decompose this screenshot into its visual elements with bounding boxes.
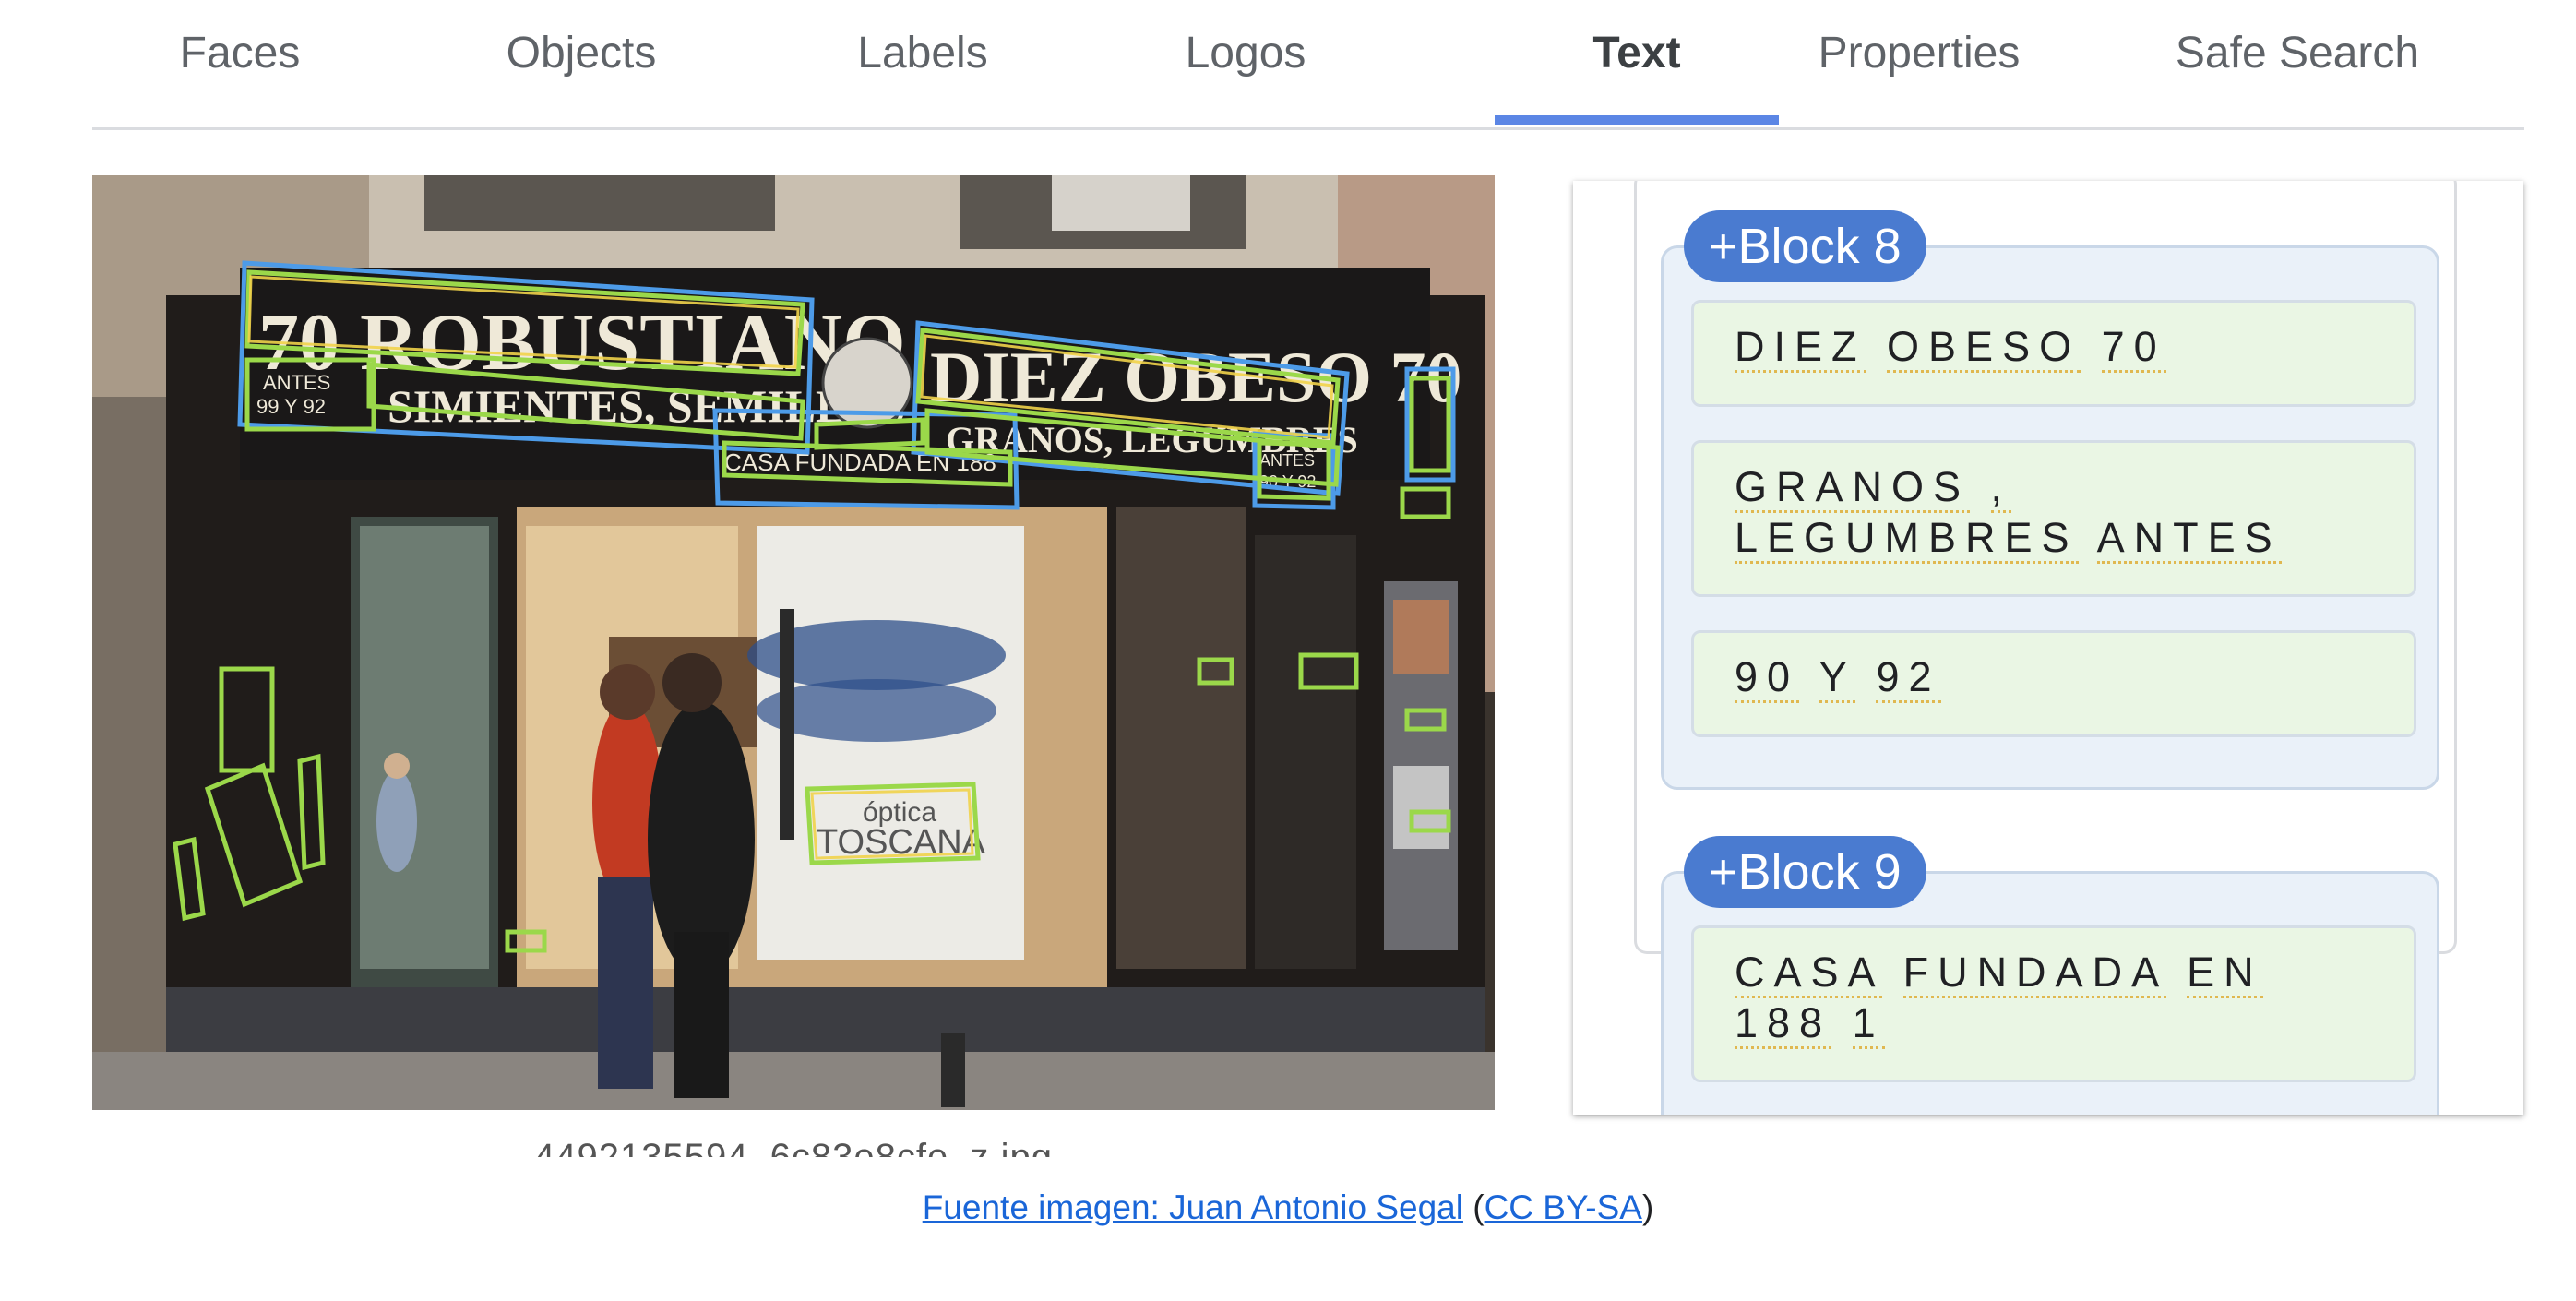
- credit-close-paren: ): [1641, 1188, 1654, 1226]
- paragraph-block9-1[interactable]: CASA FUNDADA EN 188 1: [1691, 925, 2416, 1082]
- tab-text[interactable]: Text: [1495, 0, 1779, 106]
- word: CASA: [1735, 949, 1883, 998]
- antes-number-text: 99 Y 92: [256, 395, 326, 418]
- tab-faces[interactable]: Faces: [148, 0, 332, 106]
- image-source-link[interactable]: Fuente imagen: Juan Antonio Segal: [923, 1188, 1463, 1226]
- block-9-toggle-button[interactable]: +Block 9: [1684, 836, 1926, 908]
- image-file-name: 4492135594_6c83e8cfe_z.jpg: [533, 1137, 1054, 1157]
- credit-open-paren: (: [1462, 1188, 1485, 1226]
- word: 188: [1735, 999, 1832, 1049]
- word: 1: [1852, 999, 1885, 1049]
- word: 90: [1735, 653, 1800, 703]
- license-link[interactable]: CC BY-SA: [1485, 1188, 1642, 1226]
- word: ANTES: [2096, 514, 2282, 564]
- tab-safe-search[interactable]: Safe Search: [2159, 0, 2436, 106]
- active-tab-indicator: [1495, 115, 1779, 125]
- word: FUNDADA: [1902, 949, 2166, 998]
- word: DIEZ: [1735, 323, 1866, 373]
- feature-tab-bar: Faces Objects Labels Logos Text Properti…: [92, 0, 2524, 130]
- analyzed-photo: 70 ROBUSTIANO SIMIENTES, SEMILLAS ANTES …: [92, 175, 1495, 1110]
- tab-properties[interactable]: Properties: [1781, 0, 2057, 106]
- tab-logos[interactable]: Logos: [1153, 0, 1338, 106]
- storefront-photo-illustration: 70 ROBUSTIANO SIMIENTES, SEMILLAS ANTES …: [92, 175, 1495, 1110]
- word: GRANOS: [1735, 463, 1971, 513]
- image-credit: Fuente imagen: Juan Antonio Segal (CC BY…: [0, 1188, 2576, 1227]
- tab-labels[interactable]: Labels: [821, 0, 1024, 106]
- paragraph-block8-1[interactable]: DIEZ OBESO 70: [1691, 300, 2416, 407]
- paragraph-block8-3[interactable]: 90 Y 92: [1691, 630, 2416, 737]
- word: Y: [1819, 653, 1855, 703]
- paragraph-block8-2[interactable]: GRANOS , LEGUMBRES ANTES: [1691, 440, 2416, 597]
- word: LEGUMBRES: [1735, 514, 2079, 564]
- antes-text: ANTES: [263, 371, 330, 394]
- tab-objects[interactable]: Objects: [480, 0, 683, 106]
- text-results-panel[interactable]: +Block 8 DIEZ OBESO 70 GRANOS , LEGUMBRE…: [1573, 181, 2523, 1115]
- word: 70: [2101, 323, 2166, 373]
- block-8-toggle-button[interactable]: +Block 8: [1684, 210, 1926, 282]
- word: OBESO: [1887, 323, 2081, 373]
- word: 92: [1876, 653, 1941, 703]
- word: ,: [1990, 463, 2012, 513]
- word: EN: [2187, 949, 2263, 998]
- antes-right-text: ANTES: [1259, 451, 1315, 470]
